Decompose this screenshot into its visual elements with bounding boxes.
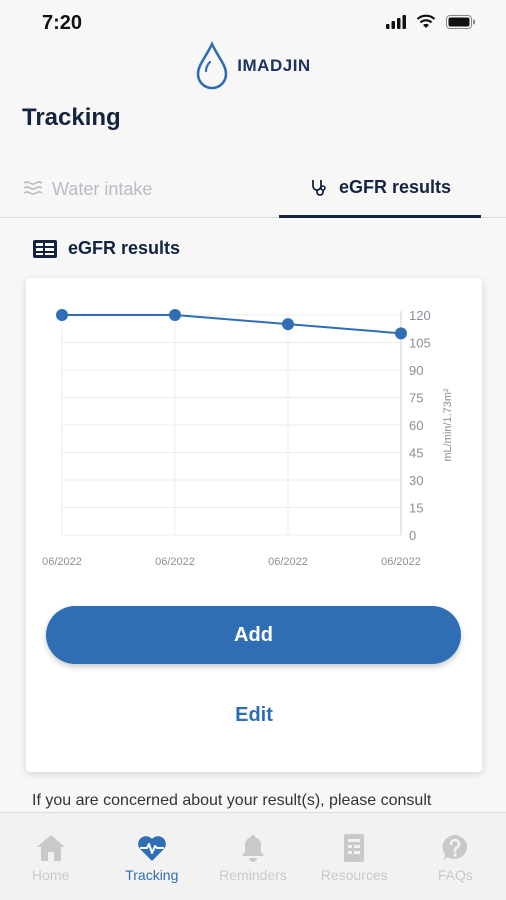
data-point xyxy=(282,318,294,331)
stethoscope-icon xyxy=(312,179,326,196)
document-icon xyxy=(344,834,365,862)
data-point xyxy=(169,309,181,321)
y-axis-label: mL/min/1.73m² xyxy=(442,388,454,462)
disclaimer-text: If you are concerned about your result(s… xyxy=(32,792,432,809)
heart-pulse-icon xyxy=(137,836,166,861)
data-point xyxy=(56,309,68,321)
nav-reminders-label: Reminders xyxy=(219,867,287,883)
y-tick-label: 30 xyxy=(409,473,423,488)
y-tick-label: 60 xyxy=(409,418,423,433)
nav-tracking-label: Tracking xyxy=(125,867,179,883)
y-tick-label: 0 xyxy=(409,528,416,543)
nav-home-label: Home xyxy=(31,867,70,883)
report-icon xyxy=(33,239,57,258)
y-tick-label: 120 xyxy=(409,308,431,323)
bell-icon xyxy=(242,835,264,862)
data-point xyxy=(395,327,407,340)
nav-faqs-label: FAQs xyxy=(437,867,473,883)
y-tick-label: 75 xyxy=(409,391,423,406)
bottom-nav: Home Tracking Reminders Resources FAQs xyxy=(0,812,506,900)
nav-item-tracking[interactable]: Tracking xyxy=(101,813,202,900)
y-tick-label: 105 xyxy=(409,336,431,351)
status-icons xyxy=(386,14,476,29)
home-icon xyxy=(36,835,65,861)
nav-item-home[interactable]: Home xyxy=(0,813,101,900)
y-tick-label: 15 xyxy=(409,501,423,516)
nav-item-resources[interactable]: Resources xyxy=(304,813,405,900)
drop-logo-icon xyxy=(196,41,228,90)
nav-item-reminders[interactable]: Reminders xyxy=(202,813,303,900)
page-title: Tracking xyxy=(22,104,121,131)
water-icon xyxy=(23,181,42,195)
egfr-card: 0 15 30 45 60 75 90 105 120 06/2022 06/2022 06/2022… xyxy=(26,278,482,772)
y-tick-label: 90 xyxy=(409,363,423,378)
edit-button[interactable]: Edit xyxy=(26,704,482,727)
tab-water-intake-label: Water intake xyxy=(52,178,153,199)
question-icon xyxy=(442,835,468,861)
y-tick-label: 45 xyxy=(409,446,423,461)
brand-name: IMADJIN xyxy=(237,56,311,75)
nav-resources-label: Resources xyxy=(320,867,388,883)
series-line xyxy=(62,314,402,335)
status-time: 7:20 xyxy=(42,12,83,34)
brand-header: IMADJIN xyxy=(0,38,506,94)
add-button[interactable]: Add xyxy=(46,606,461,664)
section-header: eGFR results xyxy=(32,238,180,259)
x-tick-label: 06/2022 xyxy=(42,556,82,568)
x-tick-label: 06/2022 xyxy=(268,556,308,568)
battery-icon xyxy=(446,14,475,29)
tab-bar: Water intake eGFR results xyxy=(0,160,506,218)
tab-egfr-results-label: eGFR results xyxy=(338,177,452,197)
wifi-icon xyxy=(416,14,436,28)
x-tick-label: 06/2022 xyxy=(381,556,421,568)
egfr-chart: 0 15 30 45 60 75 90 105 120 06/2022 06/2022 06/2022… xyxy=(42,308,454,568)
signal-icon xyxy=(386,14,406,29)
tab-water-intake[interactable]: Water intake xyxy=(22,160,152,218)
tab-egfr-results[interactable]: eGFR results xyxy=(279,160,481,218)
section-title: eGFR results xyxy=(68,238,181,258)
nav-item-faqs[interactable]: FAQs xyxy=(405,813,506,900)
x-tick-label: 06/2022 xyxy=(155,556,195,568)
